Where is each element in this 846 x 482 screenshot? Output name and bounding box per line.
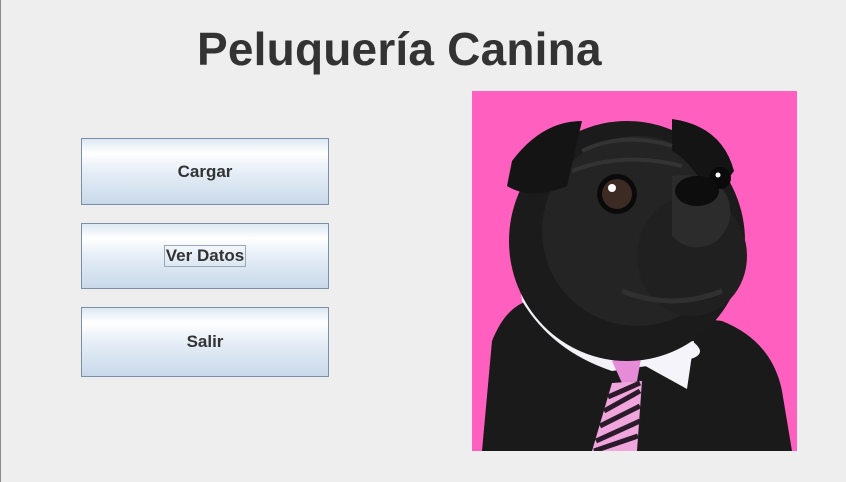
page-title: Peluquería Canina <box>197 23 602 75</box>
cargar-button-label: Cargar <box>177 161 233 181</box>
salir-button[interactable]: Salir <box>81 307 329 377</box>
salir-button-label: Salir <box>186 332 224 351</box>
ver-datos-button-label: Ver Datos <box>163 245 247 267</box>
pug-dog-photo <box>472 91 797 451</box>
main-window: Peluquería Canina Cargar Ver Datos Salir <box>0 0 846 482</box>
pug-dog-illustration <box>472 91 797 451</box>
ver-datos-button[interactable]: Ver Datos <box>81 223 329 289</box>
cargar-button[interactable]: Cargar <box>81 138 329 205</box>
